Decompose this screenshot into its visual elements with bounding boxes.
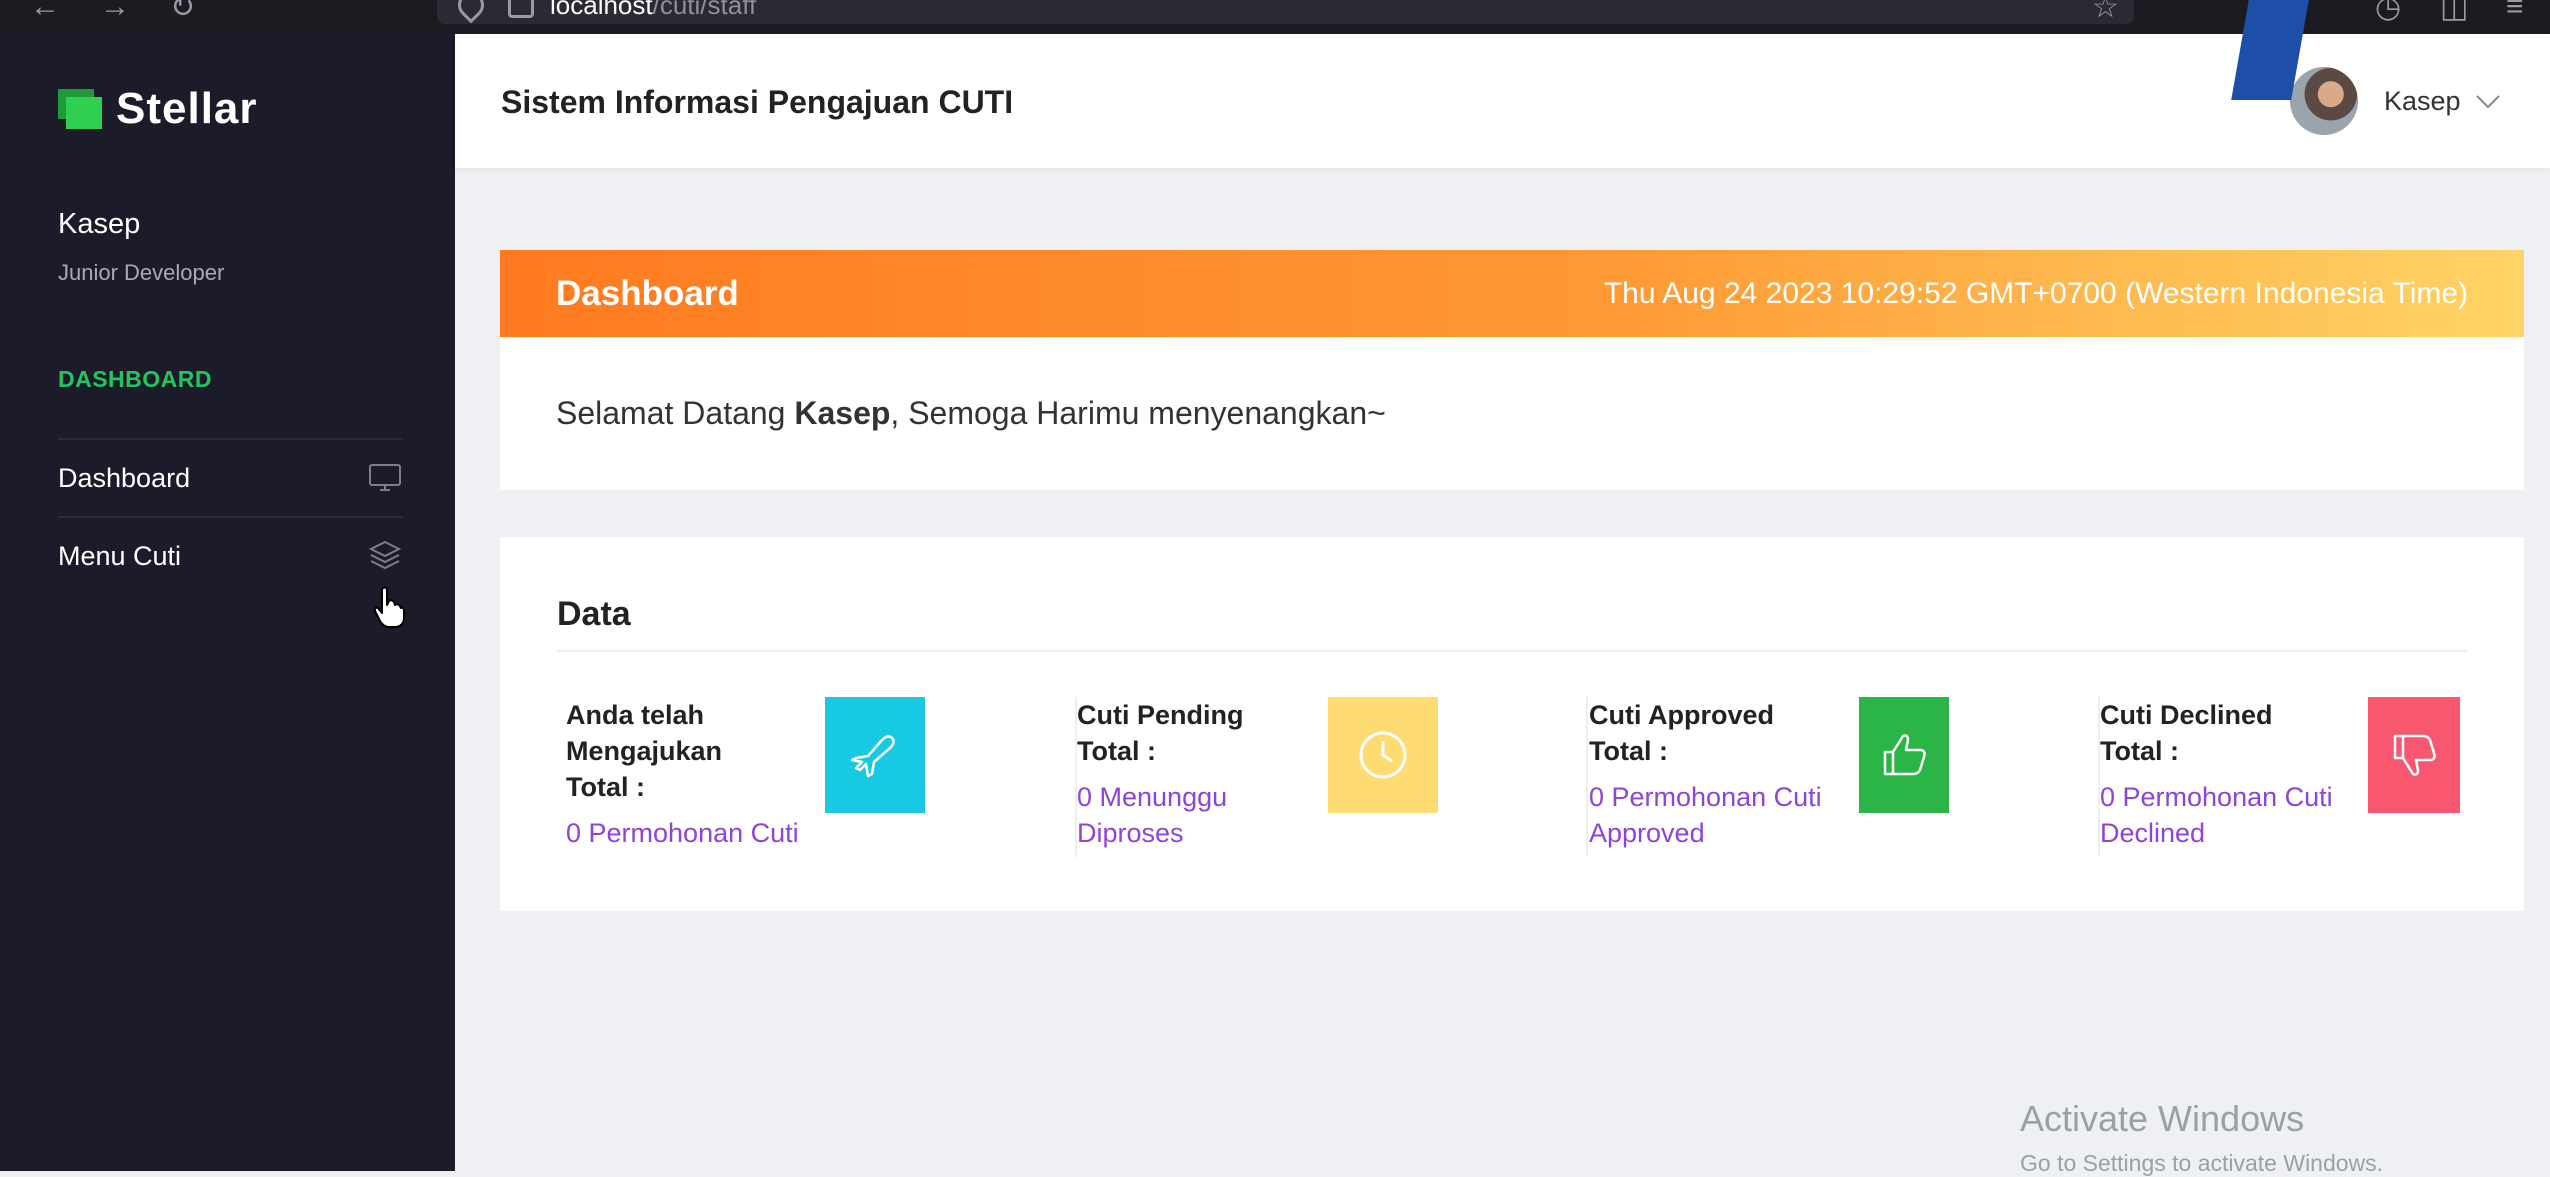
- welcome-card: Selamat Datang Kasep, Semoga Harimu meny…: [500, 337, 2524, 490]
- stat-label-line: Total :: [1077, 736, 1156, 766]
- welcome-message: Selamat Datang Kasep, Semoga Harimu meny…: [556, 395, 1386, 432]
- welcome-prefix: Selamat Datang: [556, 395, 795, 431]
- stat-pending: Cuti Pending Total : 0 Menunggu Diproses: [1077, 697, 1588, 867]
- stat-label-line: Total :: [566, 772, 645, 802]
- thumbs-up-icon: [1859, 697, 1949, 813]
- divider: [557, 650, 2467, 652]
- stat-total-submitted: Anda telah Mengajukan Total : 0 Permohon…: [566, 697, 1077, 867]
- stat-label-line: Anda telah: [566, 700, 705, 730]
- layers-icon: [367, 538, 403, 574]
- page-title: Sistem Informasi Pengajuan CUTI: [501, 84, 1014, 120]
- stat-label-line: Cuti Declined: [2100, 700, 2273, 730]
- sidebar-item-menu-cuti[interactable]: Menu Cuti: [58, 516, 403, 594]
- stat-value: 0 Permohonan Cuti: [566, 815, 799, 851]
- plane-icon: [825, 697, 925, 813]
- back-arrow-icon[interactable]: ←: [30, 0, 60, 24]
- stat-divider: [1586, 697, 1588, 857]
- stat-label-line: Mengajukan: [566, 736, 723, 766]
- sidebar-item-label: Dashboard: [58, 462, 191, 493]
- sidebar-section-title: DASHBOARD: [58, 366, 212, 392]
- stat-label-line: Cuti Approved: [1589, 700, 1774, 730]
- stat-value: 0 Menunggu Diproses: [1077, 779, 1227, 851]
- stat-value-line: Diproses: [1077, 818, 1184, 848]
- stat-label: Anda telah Mengajukan Total :: [566, 697, 722, 805]
- stat-label-line: Cuti Pending: [1077, 700, 1244, 730]
- activate-windows-watermark: Activate Windows Go to Settings to activ…: [2020, 1098, 2383, 1177]
- brand-logo-icon: [58, 89, 102, 129]
- stat-label: Cuti Pending Total :: [1077, 697, 1243, 769]
- sidebar-item-dashboard[interactable]: Dashboard: [58, 438, 403, 516]
- stat-value-line: Approved: [1589, 818, 1705, 848]
- watermark-title: Activate Windows: [2020, 1098, 2305, 1139]
- current-datetime: Thu Aug 24 2023 10:29:52 GMT+0700 (Weste…: [1603, 277, 2468, 310]
- sidebar-item-label: Menu Cuti: [58, 540, 182, 571]
- url-path: /cuti/staff: [652, 0, 757, 20]
- dashboard-banner: Dashboard Thu Aug 24 2023 10:29:52 GMT+0…: [500, 250, 2524, 337]
- watermark-subtitle: Go to Settings to activate Windows.: [2020, 1150, 2384, 1176]
- clock-icon: [1328, 697, 1438, 813]
- stat-approved: Cuti Approved Total : 0 Permohonan Cuti …: [1589, 697, 2100, 867]
- page-info-icon[interactable]: [508, 0, 534, 18]
- history-icon[interactable]: ◷: [2375, 0, 2401, 25]
- extensions-icon[interactable]: ◫: [2440, 0, 2468, 25]
- chevron-down-icon: [2475, 86, 2501, 117]
- hand-cursor-icon: [372, 585, 406, 629]
- monitor-icon: [367, 460, 403, 496]
- sidebar-user-role: Junior Developer: [58, 260, 225, 285]
- menu-icon[interactable]: ≡: [2506, 0, 2524, 24]
- thumbs-down-icon: [2368, 697, 2460, 813]
- url-text[interactable]: localhost/cuti/staff: [550, 0, 756, 21]
- user-dropdown[interactable]: Kasep: [2384, 86, 2501, 117]
- welcome-suffix: , Semoga Harimu menyenangkan~: [890, 395, 1386, 431]
- header-user-name: Kasep: [2384, 86, 2461, 116]
- stat-value-line: Declined: [2100, 818, 2206, 848]
- brand[interactable]: Stellar: [58, 84, 258, 134]
- bookmark-star-icon[interactable]: ☆: [2092, 0, 2119, 25]
- avatar[interactable]: [2290, 67, 2358, 135]
- stat-label: Cuti Approved Total :: [1589, 697, 1774, 769]
- stat-value-line: 0 Permohonan Cuti: [566, 818, 799, 848]
- stat-value-line: 0 Permohonan Cuti: [2100, 782, 2333, 812]
- stat-label-line: Total :: [1589, 736, 1668, 766]
- sidebar-user-name: Kasep: [58, 208, 141, 240]
- stat-value-line: 0 Menunggu: [1077, 782, 1228, 812]
- stat-value: 0 Permohonan Cuti Declined: [2100, 779, 2333, 851]
- forward-arrow-icon[interactable]: →: [100, 0, 130, 24]
- stat-label: Cuti Declined Total :: [2100, 697, 2273, 769]
- top-header: Sistem Informasi Pengajuan CUTI Kasep: [455, 34, 2550, 168]
- stat-value-line: 0 Permohonan Cuti: [1589, 782, 1822, 812]
- brand-name: Stellar: [116, 84, 258, 133]
- data-card: Data Anda telah Mengajukan Total : 0 Per…: [500, 537, 2524, 911]
- reload-icon[interactable]: ↻: [170, 0, 195, 25]
- data-heading: Data: [557, 595, 631, 633]
- banner-title: Dashboard: [556, 274, 739, 313]
- browser-toolbar: ← → ↻ localhost/cuti/staff ☆ ◷ ◫ ≡: [0, 0, 2550, 34]
- welcome-name: Kasep: [794, 395, 891, 431]
- stat-value: 0 Permohonan Cuti Approved: [1589, 779, 1822, 851]
- url-host: localhost: [550, 0, 653, 20]
- stat-label-line: Total :: [2100, 736, 2179, 766]
- stat-declined: Cuti Declined Total : 0 Permohonan Cuti …: [2100, 697, 2550, 867]
